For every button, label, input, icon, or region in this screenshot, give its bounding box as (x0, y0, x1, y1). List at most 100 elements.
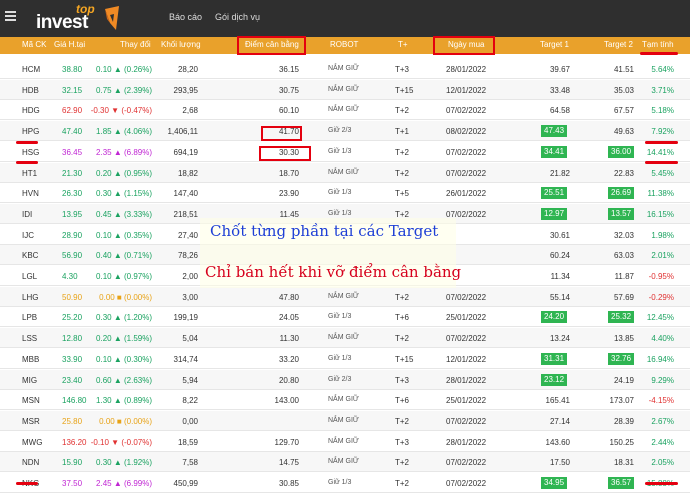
cell-volume: 18,82 (177, 168, 198, 178)
cell-target2: 57.69 (613, 292, 634, 302)
cell-robot: NẮM GIỮ (328, 168, 359, 176)
cell-change: 0.45 ▲ (3.33%) (96, 209, 152, 219)
cell-profit: 5.45% (651, 168, 674, 178)
cell-balance: 11.30 (279, 334, 299, 344)
cell-code[interactable]: MWG (22, 438, 42, 447)
cell-volume: 147,40 (173, 189, 198, 199)
col-header-code[interactable]: Mã CK (22, 40, 46, 49)
cell-balance: 24.05 (278, 313, 299, 323)
cell-target1-hit: 25.51 (541, 187, 568, 200)
cell-code[interactable]: HPG (22, 127, 39, 136)
cell-robot: NẮM GIỮ (328, 396, 359, 404)
table-row[interactable]: HVN 26.30 0.30 ▲ (1.15%) 147,40 23.90 Giữ 1/3… (0, 183, 690, 204)
cell-price: 37.50 (62, 479, 83, 488)
cell-robot: NẮM GIỮ (328, 416, 359, 424)
cell-balance: 14.75 (278, 458, 299, 468)
cell-price: 15.90 (62, 458, 83, 468)
cell-code[interactable]: HT1 (22, 169, 37, 178)
cell-code[interactable]: IDI (22, 210, 32, 219)
cell-code[interactable]: KBC (22, 251, 38, 260)
table-row[interactable]: MSN 146.80 1.30 ▲ (0.89%) 8,22 143.00 NẮM GIỮ… (0, 390, 690, 411)
cell-profit: 5.18% (651, 106, 674, 116)
cell-buy-date: 12/01/2022 (446, 85, 487, 95)
cell-target1-hit: 23.12 (541, 373, 568, 386)
cell-balance: 20.80 (278, 375, 299, 385)
annotation-underline-profit-header (640, 52, 678, 55)
cell-volume: 2,00 (182, 272, 198, 281)
cell-target2: 63.03 (613, 251, 634, 261)
table-row[interactable]: HT1 21.30 0.20 ▲ (0.95%) 18,82 18.70 NẮM GIỮ T… (0, 162, 690, 183)
cell-code[interactable]: LGL (22, 272, 37, 281)
cell-change: 0.40 ▲ (0.71%) (96, 251, 152, 261)
cell-profit: 11.38% (647, 189, 674, 199)
cell-volume: 5,94 (182, 375, 198, 385)
cell-code[interactable]: LPB (22, 313, 37, 322)
table-row[interactable]: HCM 38.80 0.10 ▲ (0.26%) 28,20 36.15 NẮM GIỮ T… (0, 59, 690, 79)
annotation-underline-nkg-profit (645, 482, 678, 485)
cell-change: 0.20 ▲ (0.95%) (96, 168, 152, 178)
table-row[interactable]: HDB 32.15 0.75 ▲ (2.39%) 293,95 30.75 NẮM GIỮ… (0, 79, 690, 100)
col-header-robot[interactable]: ROBOT (330, 40, 358, 49)
table-row[interactable]: HSG 36.45 2.35 ▲ (6.89%) 694,19 30.30 Giữ 1/3… (0, 142, 690, 162)
cell-target2-hit: 25.32 (608, 311, 635, 324)
cell-target2: 173.07 (609, 396, 634, 406)
cell-code[interactable]: MSR (22, 417, 40, 426)
cell-price: 23.40 (62, 375, 83, 385)
table-row[interactable]: HDG 62.90 -0.30 ▼ (-0.47%) 2,68 60.10 NẮM GIỮ… (0, 100, 690, 121)
cell-robot: NẮM GIỮ (328, 437, 359, 445)
cell-target2: 22.83 (613, 168, 634, 178)
cell-buy-date: 25/01/2022 (446, 396, 487, 406)
annotation-underline-hpg (16, 141, 38, 144)
topinvest-logo[interactable]: top invest (36, 2, 131, 35)
cell-code[interactable]: NDN (22, 458, 39, 467)
cell-buy-date: 28/01/2022 (446, 375, 487, 385)
cell-target1-hit: 12.97 (541, 207, 568, 220)
table-row[interactable]: LSS 12.80 0.20 ▲ (1.59%) 5,04 11.30 NẮM GIỮ T+… (0, 328, 690, 349)
col-header-t[interactable]: T+ (398, 40, 408, 49)
col-header-change[interactable]: Thay đổi (120, 40, 151, 49)
cell-target1: 39.67 (549, 65, 570, 74)
cell-code[interactable]: MSN (22, 396, 40, 405)
col-header-price[interactable]: Giá H.tại (54, 40, 85, 49)
cell-profit: 5.64% (651, 65, 674, 74)
cell-volume: 1,406,11 (167, 127, 198, 137)
cell-target2: 67.57 (613, 106, 634, 116)
col-header-target1[interactable]: Target 1 (540, 40, 569, 49)
cell-buy-date: 07/02/2022 (446, 479, 487, 488)
table-row[interactable]: LPB 25.20 0.30 ▲ (1.20%) 199,19 24.05 Giữ 1/3… (0, 307, 690, 328)
cell-buy-date: 07/02/2022 (446, 147, 487, 157)
cell-volume: 3,00 (182, 292, 198, 302)
cell-volume: 18,59 (177, 437, 198, 447)
col-header-target2[interactable]: Target 2 (604, 40, 633, 49)
cell-code[interactable]: HSG (22, 148, 39, 157)
nav-bao-cao[interactable]: Báo cáo (169, 12, 202, 22)
cell-target2-hit: 36.00 (608, 145, 635, 158)
hamburger-menu-icon[interactable] (5, 11, 16, 21)
table-row[interactable]: MWG 136.20 -0.10 ▼ (-0.07%) 18,59 129.70 NẮM … (0, 432, 690, 452)
cell-target2: 32.03 (613, 230, 634, 240)
cell-code[interactable]: MIG (22, 376, 37, 385)
table-row[interactable]: HPG 47.40 1.85 ▲ (4.06%) 1,406,11 41.70 Giữ 2… (0, 121, 690, 142)
cell-code[interactable]: HCM (22, 65, 40, 74)
nav-goi-dich-vu[interactable]: Gói dịch vụ (215, 12, 260, 22)
cell-code[interactable]: IJC (22, 231, 34, 240)
col-header-profit[interactable]: Tạm tính (642, 40, 674, 49)
cell-robot: NẮM GIỮ (328, 85, 359, 93)
cell-change: 0.10 ▲ (0.97%) (96, 272, 152, 281)
table-row[interactable]: LHG 50.90 0.00 ■ (0.00%) 3,00 47.80 NẮM GIỮ T+… (0, 286, 690, 307)
cell-code[interactable]: LSS (22, 334, 37, 343)
table-row[interactable]: MIG 23.40 0.60 ▲ (2.63%) 5,94 20.80 Giữ 2/3 T+… (0, 369, 690, 390)
cell-code[interactable]: HVN (22, 189, 39, 198)
table-row[interactable]: MSR 25.80 0.00 ■ (0.00%) 0,00 NẮM GIỮ T+2 07/0… (0, 410, 690, 431)
table-row[interactable]: NDN 15.90 0.30 ▲ (1.92%) 7,58 14.75 NẮM GIỮ T+… (0, 452, 690, 473)
cell-code[interactable]: HDB (22, 86, 39, 95)
cell-code[interactable]: LHG (22, 293, 38, 302)
cell-code[interactable]: HDG (22, 106, 40, 115)
cell-buy-date: 07/02/2022 (446, 292, 487, 302)
cell-buy-date: 07/02/2022 (446, 106, 487, 116)
table-row[interactable]: MBB 33.90 0.10 ▲ (0.30%) 314,74 33.20 Giữ 1/3… (0, 349, 690, 369)
table-row[interactable]: NKG37.502.45 ▲ (6.99%)450,9930.85Giữ 1/3… (0, 473, 690, 493)
cell-code[interactable]: MBB (22, 355, 39, 364)
col-header-volume[interactable]: Khối lượng (161, 40, 201, 49)
cell-target2: 24.19 (613, 375, 634, 385)
